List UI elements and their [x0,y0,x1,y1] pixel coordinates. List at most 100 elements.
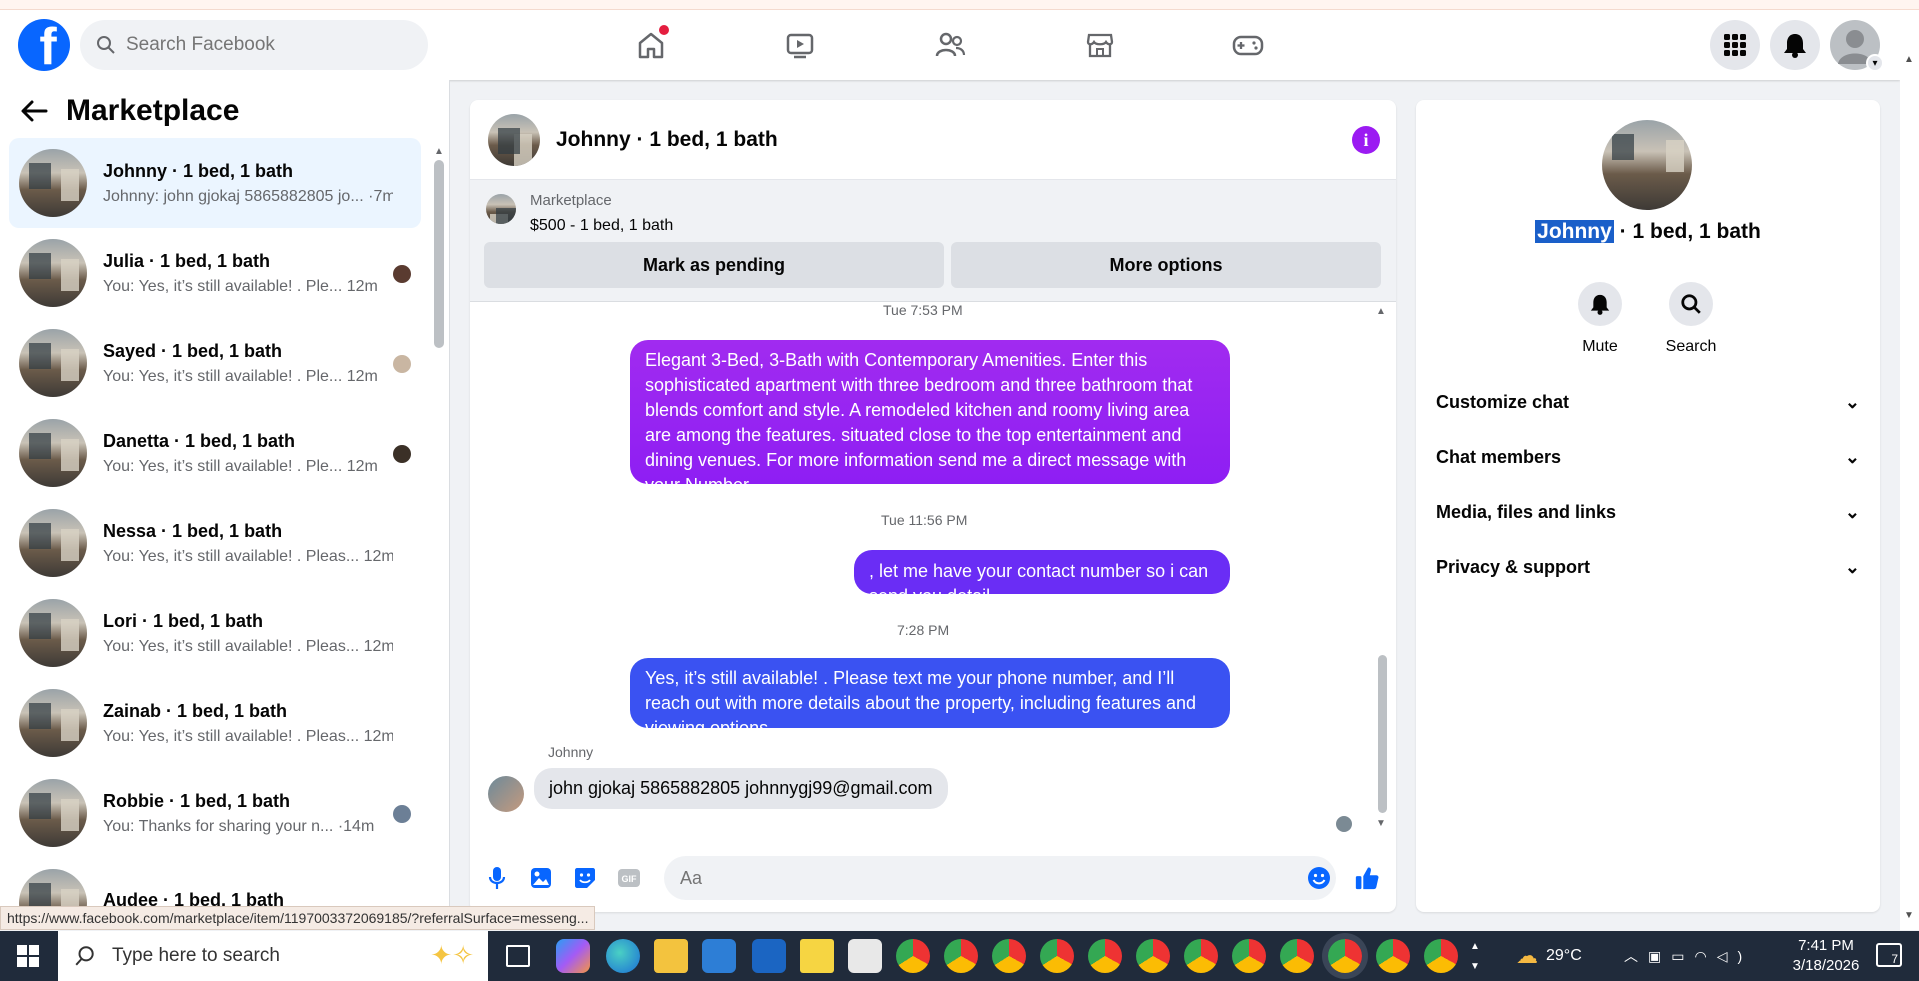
info-icon[interactable]: i [1352,126,1380,154]
conversation-item[interactable]: Robbie · 1 bed, 1 bath You: Thanks for s… [9,768,421,858]
taskbar-clock[interactable]: 7:41 PM 3/18/2026 [1786,936,1866,976]
video-icon [786,33,814,59]
scroll-up-arrow[interactable]: ▲ [434,146,444,157]
media-files-section[interactable]: Media, files and links ⌄ [1436,492,1860,532]
chat-title[interactable]: Johnny · 1 bed, 1 bath [556,128,778,152]
outlook-icon[interactable] [752,939,786,973]
listing-thumbnail[interactable] [486,194,516,224]
task-view-icon[interactable] [506,945,530,967]
taskbar-scroll-arrows[interactable]: ▲ ▼ [1470,937,1480,977]
facebook-logo[interactable]: f [18,19,70,71]
chat-scrollbar[interactable] [1378,655,1387,813]
conversation-item[interactable]: Zainab · 1 bed, 1 bath You: Yes, it’s st… [9,678,421,768]
chrome-icon[interactable] [1376,939,1410,973]
chat-avatar[interactable] [1602,120,1692,210]
outgoing-message[interactable]: Yes, it’s still available! . Please text… [630,658,1230,738]
more-options-button[interactable]: More options [951,242,1381,288]
nav-gaming[interactable] [1228,25,1268,65]
snipping-tool-icon[interactable] [848,939,882,973]
start-button[interactable] [0,931,56,981]
outgoing-message[interactable]: , let me have your contact number so i c… [854,550,1230,606]
weather-widget[interactable]: ☁ 29°C [1516,931,1582,981]
attach-photo-button[interactable] [528,865,554,891]
conversation-snippet: Johnny: john gjokaj 5865882805 jo... ·7m [103,187,393,205]
sticker-icon [575,868,595,888]
chrome-icon[interactable] [944,939,978,973]
voice-clip-button[interactable] [484,865,510,891]
wifi-icon[interactable]: ◠ [1694,948,1716,965]
meet-now-icon[interactable]: ▣ [1648,948,1671,965]
chrome-icon-active[interactable] [1328,939,1362,973]
scroll-down-arrow[interactable]: ▼ [1904,910,1914,921]
nav-video[interactable] [780,25,820,65]
scroll-up-arrow[interactable]: ▲ [1376,306,1386,317]
chrome-icon[interactable] [1184,939,1218,973]
chrome-icon[interactable] [1088,939,1122,973]
sender-avatar[interactable] [488,776,524,812]
battery-icon[interactable]: ▭ [1671,948,1694,965]
chrome-icon[interactable] [1136,939,1170,973]
chat-members-section[interactable]: Chat members ⌄ [1436,437,1860,477]
search-icon [75,946,94,966]
customize-chat-section[interactable]: Customize chat ⌄ [1436,382,1860,422]
image-icon [531,868,551,888]
inbox-scrollbar[interactable] [434,160,444,348]
chrome-icon[interactable] [992,939,1026,973]
sticker-button[interactable] [572,865,598,891]
nav-friends[interactable] [930,25,970,65]
chrome-icon[interactable] [1280,939,1314,973]
search-bar[interactable] [80,20,428,70]
conversation-item[interactable]: Julia · 1 bed, 1 bath You: Yes, it’s sti… [9,228,421,318]
taskbar-search[interactable]: Type here to search ✦✧ [58,931,488,981]
search-input[interactable] [126,34,406,56]
conversation-item[interactable]: Johnny · 1 bed, 1 bath Johnny: john gjok… [9,138,421,228]
chrome-icon[interactable] [1040,939,1074,973]
conversation-item[interactable]: Nessa · 1 bed, 1 bath You: Yes, it’s sti… [9,498,421,588]
system-tray[interactable]: ︿ ▣ ▭ ◠ ◁) [1624,931,1752,981]
weather-icon: ☁ [1516,943,1538,968]
notification-count: 7 [1891,952,1898,966]
conversation-list: Johnny · 1 bed, 1 bath Johnny: john gjok… [9,138,421,920]
profile-avatar[interactable]: ▾ [1830,20,1884,72]
chrome-icon[interactable] [1232,939,1266,973]
conversation-item[interactable]: Danetta · 1 bed, 1 bath You: Yes, it’s s… [9,408,421,498]
search-action[interactable]: Search [1656,282,1726,356]
sticky-notes-icon[interactable] [800,939,834,973]
scroll-up-arrow[interactable]: ▲ [1904,54,1914,65]
like-button[interactable] [1354,865,1380,891]
listing-price-title[interactable]: $500 - 1 bed, 1 bath [530,217,673,235]
conversation-item[interactable]: Lori · 1 bed, 1 bath You: Yes, it’s stil… [9,588,421,678]
conversation-item[interactable]: Sayed · 1 bed, 1 bath You: Yes, it’s sti… [9,318,421,408]
nav-marketplace[interactable] [1080,25,1120,65]
mute-action[interactable]: Mute [1565,282,1635,356]
privacy-support-section[interactable]: Privacy & support ⌄ [1436,547,1860,587]
emoji-button[interactable] [1306,865,1332,891]
chrome-icon[interactable] [1424,939,1458,973]
notifications-button[interactable] [1770,20,1820,70]
page-scrollbar[interactable]: ▲ ▼ [1900,10,1919,930]
mark-pending-button[interactable]: Mark as pending [484,242,944,288]
chat-thumbnail[interactable] [488,113,540,166]
menu-button[interactable] [1710,20,1760,70]
store-icon[interactable] [702,939,736,973]
volume-icon[interactable]: ◁) [1717,948,1752,965]
chrome-icon[interactable] [896,939,930,973]
message-input[interactable] [664,856,1336,900]
menu-grid-icon [1724,34,1746,56]
scroll-down-arrow[interactable]: ▼ [1376,818,1386,829]
conversation-name: Lori · 1 bed, 1 bath [103,610,264,631]
file-explorer-icon[interactable] [654,939,688,973]
outgoing-message[interactable]: Elegant 3-Bed, 3-Bath with Contemporary … [630,340,1230,495]
tray-chevron-icon[interactable]: ︿ [1624,946,1648,966]
status-url-tooltip: https://www.facebook.com/marketplace/ite… [0,906,596,930]
marketplace-inbox: Marketplace Johnny · 1 bed, 1 bath Johnn… [0,80,450,920]
notification-center[interactable]: 7 [1876,943,1902,967]
incoming-message[interactable]: john gjokaj 5865882805 johnnygj99@gmail.… [534,768,948,809]
back-arrow-icon[interactable] [20,97,48,125]
nav-home[interactable] [631,25,671,65]
gif-button[interactable]: GIF [616,865,642,891]
edge-icon[interactable] [606,939,640,973]
friends-icon [935,32,966,57]
copilot-icon[interactable] [556,939,590,973]
chat-window: Johnny · 1 bed, 1 bath i Marketplace $50… [470,100,1396,912]
